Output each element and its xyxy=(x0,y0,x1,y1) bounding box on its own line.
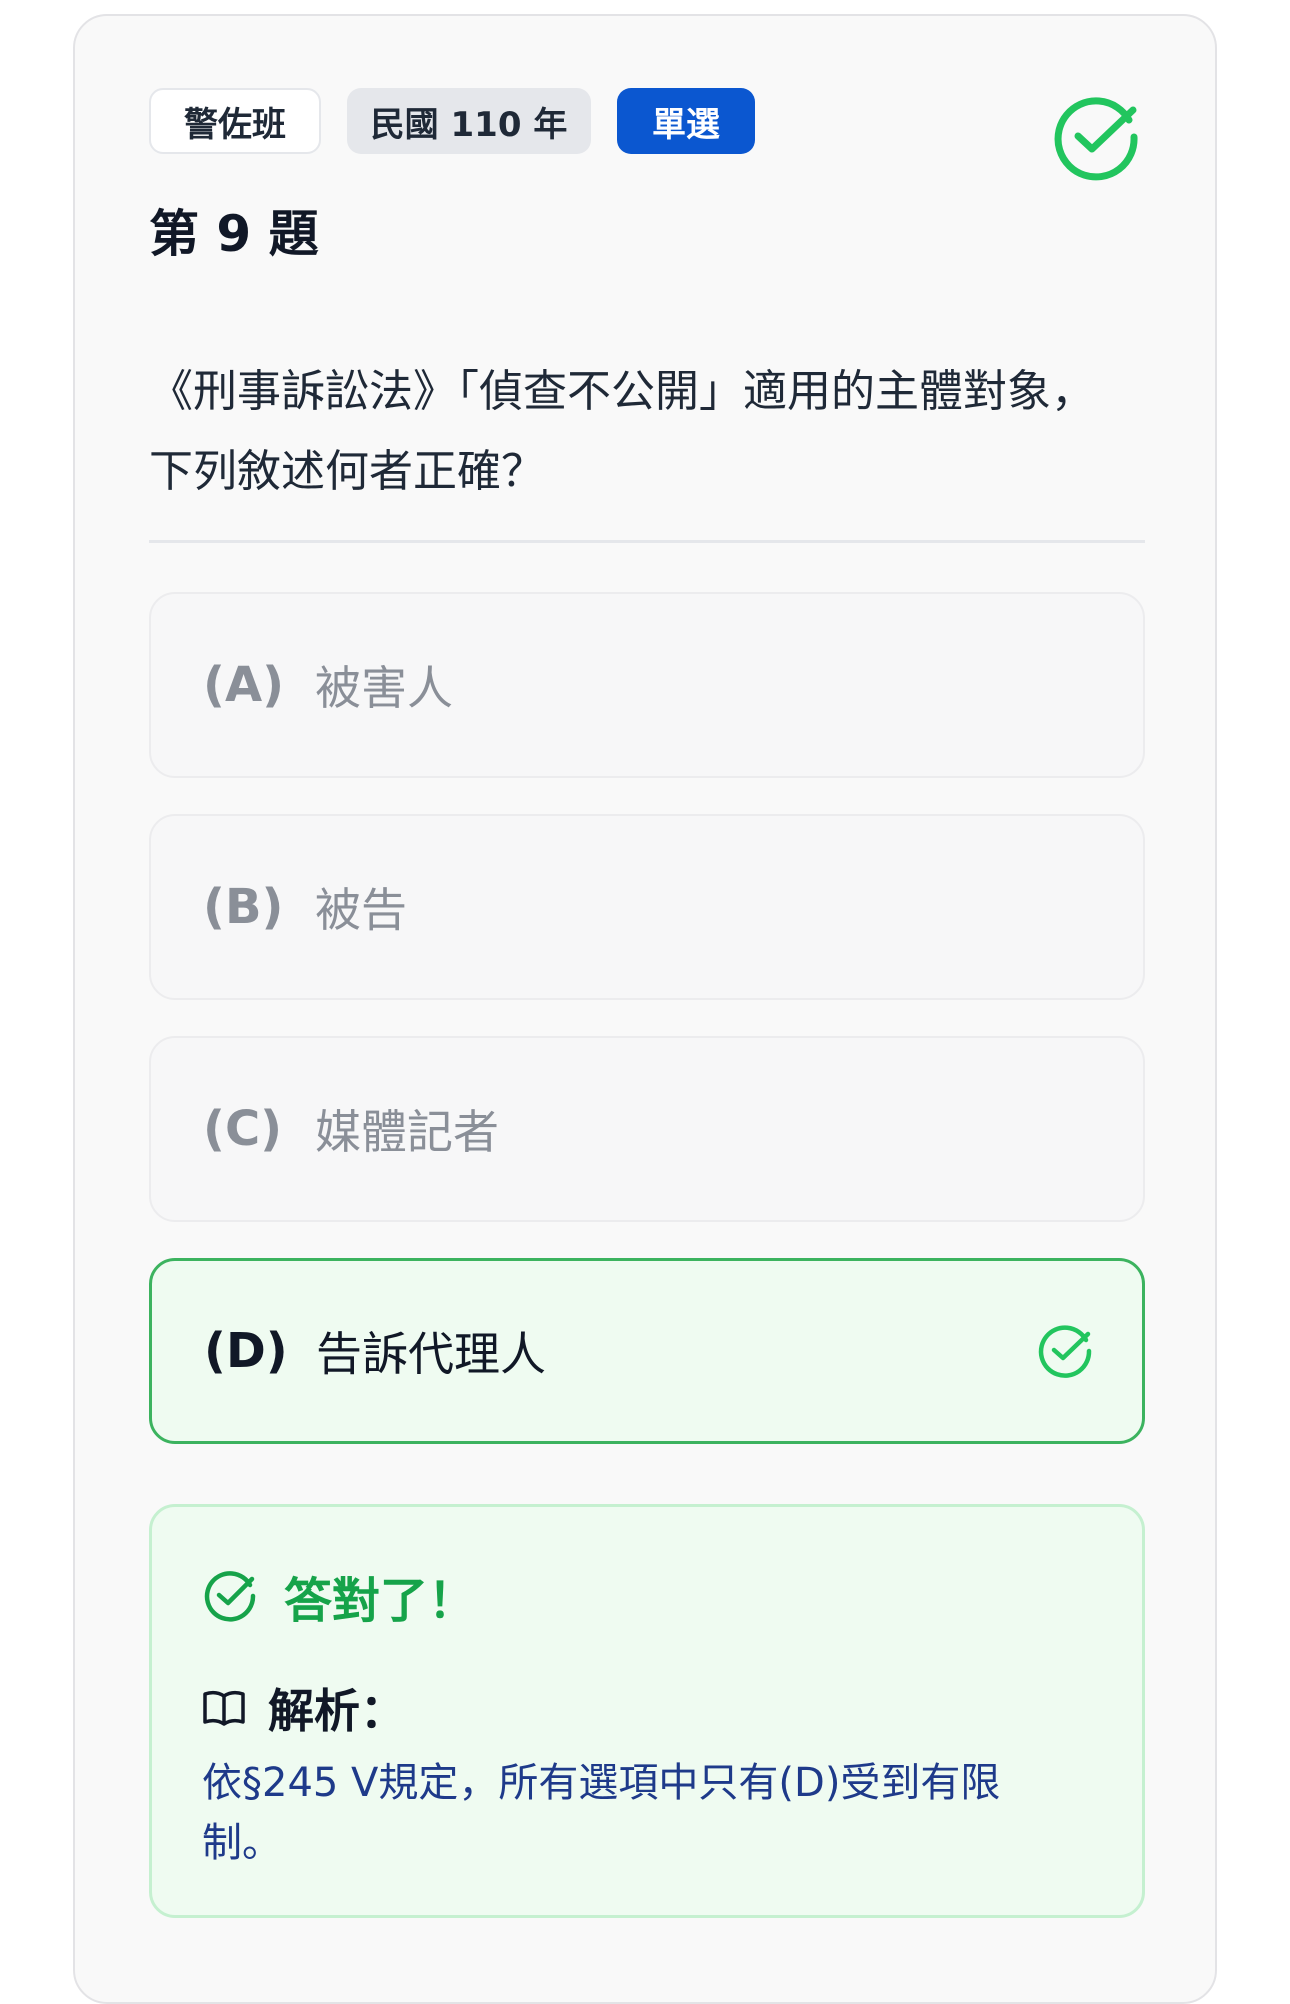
option-b[interactable]: (B) 被告 xyxy=(149,814,1145,1000)
option-letter: (D) xyxy=(204,1323,288,1379)
option-text: 被害人 xyxy=(315,661,453,715)
option-d[interactable]: (D) 告訴代理人 xyxy=(149,1258,1145,1444)
divider xyxy=(149,540,1145,543)
option-text: 被告 xyxy=(315,883,407,937)
year-tag: 民國 110 年 xyxy=(347,88,591,154)
check-circle-icon xyxy=(1038,1325,1092,1378)
option-letter: (B) xyxy=(203,879,284,935)
check-circle-icon xyxy=(1054,97,1138,181)
option-letter: (C) xyxy=(203,1101,283,1157)
feedback-panel: 答對了！ 解析： 依§245 V規定，所有選項中只有(D)受到有限制。 xyxy=(149,1504,1145,1918)
option-text: 媒體記者 xyxy=(315,1105,499,1159)
check-circle-icon xyxy=(204,1571,256,1622)
class-tag: 警佐班 xyxy=(149,88,321,154)
result-text: 答對了！ xyxy=(284,1573,477,1629)
option-letter: (A) xyxy=(203,657,285,713)
result-header: 答對了！ xyxy=(202,1561,476,1631)
explanation-text: 依§245 V規定，所有選項中只有(D)受到有限制。 xyxy=(202,1760,1001,1866)
option-a[interactable]: (A) 被害人 xyxy=(149,592,1145,778)
question-type-tag: 單選 xyxy=(617,88,755,154)
option-text: 告訴代理人 xyxy=(316,1327,546,1381)
explanation-label: 解析： xyxy=(268,1684,406,1738)
question-number: 第 9 題 xyxy=(149,205,319,263)
book-open-icon xyxy=(203,1690,245,1726)
question-card: 警佐班 民國 110 年 單選 第 9 題 《刑事訴訟法》「偵查不公開」適用的主… xyxy=(73,14,1217,2004)
explanation-header: 解析： xyxy=(202,1675,406,1741)
option-c[interactable]: (C) 媒體記者 xyxy=(149,1036,1145,1222)
question-text: 《刑事訴訟法》「偵查不公開」適用的主體對象，下列敘述何者正確？ xyxy=(149,366,1095,497)
tag-row: 警佐班 民國 110 年 單選 xyxy=(149,88,755,154)
